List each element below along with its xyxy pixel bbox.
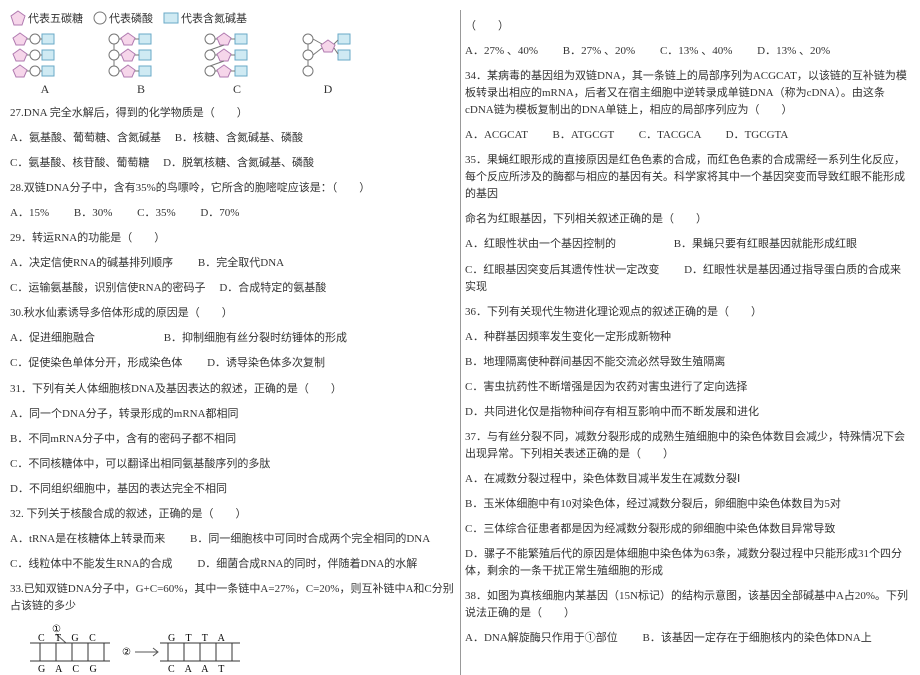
base-label: 代表含氮碱基	[181, 10, 247, 26]
q33-stem: 33.已知双链DNA分子中，G+C=60%，其中一条链中A=27%，C=20%，…	[10, 581, 455, 615]
q27-stem: 27.DNA 完全水解后，得到的化学物质是（ ）	[10, 105, 455, 122]
q36-stem: 36．下列有关现代生物进化理论观点的叙述正确的是（ ）	[465, 304, 910, 321]
q34-D: D．TGCGTA	[726, 129, 789, 141]
q36-D: D．共同进化仅是指物种间存有相互影响中而不断发展和进化	[465, 404, 910, 421]
diagram-A: A	[10, 32, 80, 97]
q37-D: D．骡子不能繁殖后代的原因是体细胞中染色体为63条，减数分裂过程中只能形成31个…	[465, 546, 910, 580]
q37-A: A．在减数分裂过程中，染色体数目减半发生在减数分裂Ⅰ	[465, 471, 910, 488]
phosphate-legend: 代表磷酸	[93, 10, 153, 26]
q27-C: C．氨基酸、核苷酸、葡萄糖	[10, 157, 149, 169]
q28-stem: 28.双链DNA分子中，含有35%的鸟嘌呤，它所含的胞嘧啶应该是：（ ）	[10, 180, 455, 197]
base-legend: 代表含氮碱基	[163, 10, 247, 26]
pentose-legend: 代表五碳糖	[10, 10, 83, 26]
q27-row2: C．氨基酸、核苷酸、葡萄糖 D．脱氧核糖、含氮碱基、磷酸	[10, 155, 455, 172]
q33-A: A．27% 、40%	[465, 45, 538, 57]
diagram-row: A B C	[10, 32, 455, 97]
q31-stem: 31．下列有关人体细胞核DNA及基因表达的叙述，正确的是（ ）	[10, 381, 455, 398]
q37-B: B．玉米体细胞中有10对染色体，经过减数分裂后，卵细胞中染色体数目为5对	[465, 496, 910, 513]
q38-A: A．DNA解旋酶只作用于①部位	[465, 632, 618, 644]
q28-A: A．15%	[10, 207, 49, 219]
q35-A: A．红眼性状由一个基因控制的	[465, 238, 616, 250]
q34-stem: 34．某病毒的基因组为双链DNA，其一条链上的局部序列为ACGCAT，以该链的互…	[465, 68, 910, 119]
q32-D: D．细菌合成RNA的同时，伴随着DNA的水解	[197, 558, 417, 570]
q32-row1: A．tRNA是在核糖体上转录而来 B．同一细胞核中可同时合成两个完全相同的DNA	[10, 531, 455, 548]
q33-blank: （ ）	[465, 18, 910, 35]
q31-C: C．不同核糖体中，可以翻译出相同氨基酸序列的多肽	[10, 456, 455, 473]
q29-D: D．合成特定的氨基酸	[219, 282, 326, 294]
diagram-label-B: B	[137, 82, 145, 97]
q29-row2: C．运输氨基酸，识别信使RNA的密码子 D．合成特定的氨基酸	[10, 280, 455, 297]
q34-opts: A．ACGCAT B．ATGCGT C．TACGCA D．TGCGTA	[465, 127, 910, 144]
left-column: 代表五碳糖 代表磷酸 代表含氮碱基	[10, 10, 455, 675]
fig-top1: C T G C	[38, 633, 100, 644]
fig-top2: G T T A	[168, 633, 229, 644]
q29-stem: 29．转运RNA的功能是（ ）	[10, 230, 455, 247]
q34-C: C．TACGCA	[639, 129, 701, 141]
q31-D: D．不同组织细胞中，基因的表达完全不相同	[10, 481, 455, 498]
q30-D: D．诱导染色体多次复制	[207, 357, 325, 369]
q36-A: A．种群基因频率发生变化一定形成新物种	[465, 329, 910, 346]
phosphate-label: 代表磷酸	[109, 10, 153, 26]
q30-B: B．抑制细胞有丝分裂时纺锤体的形成	[164, 332, 347, 344]
q32-stem: 32. 下列关于核酸合成的叙述，正确的是（ ）	[10, 506, 455, 523]
q33-D: D．13% 、20%	[757, 45, 830, 57]
q28-C: C．35%	[137, 207, 176, 219]
diagram-C: C	[202, 32, 272, 97]
legend-row: 代表五碳糖 代表磷酸 代表含氮碱基	[10, 10, 455, 26]
q32-A: A．tRNA是在核糖体上转录而来	[10, 533, 165, 545]
q28-opts: A．15% B．30% C．35% D．70%	[10, 205, 455, 222]
q36-B: B．地理隔离使种群间基因不能交流必然导致生殖隔离	[465, 354, 910, 371]
column-divider	[460, 10, 461, 675]
q35-C: C．红眼基因突变后其遗传性状一定改变	[465, 264, 659, 276]
q29-B: B．完全取代DNA	[198, 257, 284, 269]
q32-row2: C．线粒体中不能发生RNA的合成 D．细菌合成RNA的同时，伴随着DNA的水解	[10, 556, 455, 573]
pentose-label: 代表五碳糖	[28, 10, 83, 26]
q28-B: B．30%	[74, 207, 113, 219]
diagram-B: B	[106, 32, 176, 97]
q32-B: B．同一细胞核中可同时合成两个完全相同的DNA	[190, 533, 430, 545]
fig-bot2: C A A T	[168, 664, 228, 675]
q31-B: B．不同mRNA分子中，含有的密码子都不相同	[10, 431, 455, 448]
q35-cont1: 命名为红眼基因，下列相关叙述正确的是（ ）	[465, 211, 910, 228]
right-column: （ ） A．27% 、40% B．27% 、20% C．13% 、40% D．1…	[465, 10, 910, 675]
q30-A: A．促进细胞融合	[10, 332, 95, 344]
q27-D: D．脱氧核糖、含氮碱基、磷酸	[163, 157, 314, 169]
q30-C: C．促使染色单体分开，形成染色体	[10, 357, 182, 369]
q35-stem: 35．果蝇红眼形成的直接原因是红色色素的合成，而红色色素的合成需经一系列生化反应…	[465, 152, 910, 203]
q34-A: A．ACGCAT	[465, 129, 528, 141]
q33-opts: A．27% 、40% B．27% 、20% C．13% 、40% D．13% 、…	[465, 43, 910, 60]
q29-A: A．决定信使RNA的碱基排列顺序	[10, 257, 173, 269]
q30-row2: C．促使染色单体分开，形成染色体 D．诱导染色体多次复制	[10, 355, 455, 372]
q27-B: B．核糖、含氮碱基、磷酸	[175, 132, 303, 144]
q30-stem: 30.秋水仙素诱导多倍体形成的原因是（ ）	[10, 305, 455, 322]
diagram-label-C: C	[233, 82, 241, 97]
q38-B: B．该基因一定存在于细胞核内的染色体DNA上	[643, 632, 872, 644]
q27-A: A．氨基酸、葡萄糖、含氮碱基	[10, 132, 161, 144]
q28-D: D．70%	[200, 207, 239, 219]
diagram-D: D	[298, 32, 358, 97]
q38-row1: A．DNA解旋酶只作用于①部位 B．该基因一定存在于细胞核内的染色体DNA上	[465, 630, 910, 647]
q32-C: C．线粒体中不能发生RNA的合成	[10, 558, 173, 570]
q35-B: B．果蝇只要有红眼基因就能形成红眼	[674, 238, 857, 250]
diagram-label-D: D	[324, 82, 333, 97]
q35-row1: A．红眼性状由一个基因控制的 B．果蝇只要有红眼基因就能形成红眼	[465, 236, 910, 253]
q31-A: A．同一个DNA分子，转录形成的mRNA都相同	[10, 406, 455, 423]
q34-B: B．ATGCGT	[553, 129, 615, 141]
q35-row2: C．红眼基因突变后其遗传性状一定改变 D．红眼性状是基因通过指导蛋白质的合成来实…	[465, 262, 910, 296]
q37-stem: 37．与有丝分裂不同，减数分裂形成的成熟生殖细胞中的染色体数目会减少，特殊情况下…	[465, 429, 910, 463]
q38-stem: 38．如图为真核细胞内某基因（15N标记）的结构示意图，该基因全部碱基中A占20…	[465, 588, 910, 622]
q33-C: C．13% 、40%	[660, 45, 732, 57]
fig-bot1: G A C G	[38, 664, 101, 675]
q37-C: C．三体综合征患者都是因为经减数分裂形成的卵细胞中染色体数目异常导致	[465, 521, 910, 538]
q33-B: B．27% 、20%	[563, 45, 635, 57]
q29-row1: A．决定信使RNA的碱基排列顺序 B．完全取代DNA	[10, 255, 455, 272]
q30-row1: A．促进细胞融合 B．抑制细胞有丝分裂时纺锤体的形成	[10, 330, 455, 347]
diagram-label-A: A	[41, 82, 50, 97]
q36-C: C．害虫抗药性不断增强是因为农药对害虫进行了定向选择	[465, 379, 910, 396]
q27-row1: A．氨基酸、葡萄糖、含氮碱基 B．核糖、含氮碱基、磷酸	[10, 130, 455, 147]
q29-C: C．运输氨基酸，识别信使RNA的密码子	[10, 282, 206, 294]
